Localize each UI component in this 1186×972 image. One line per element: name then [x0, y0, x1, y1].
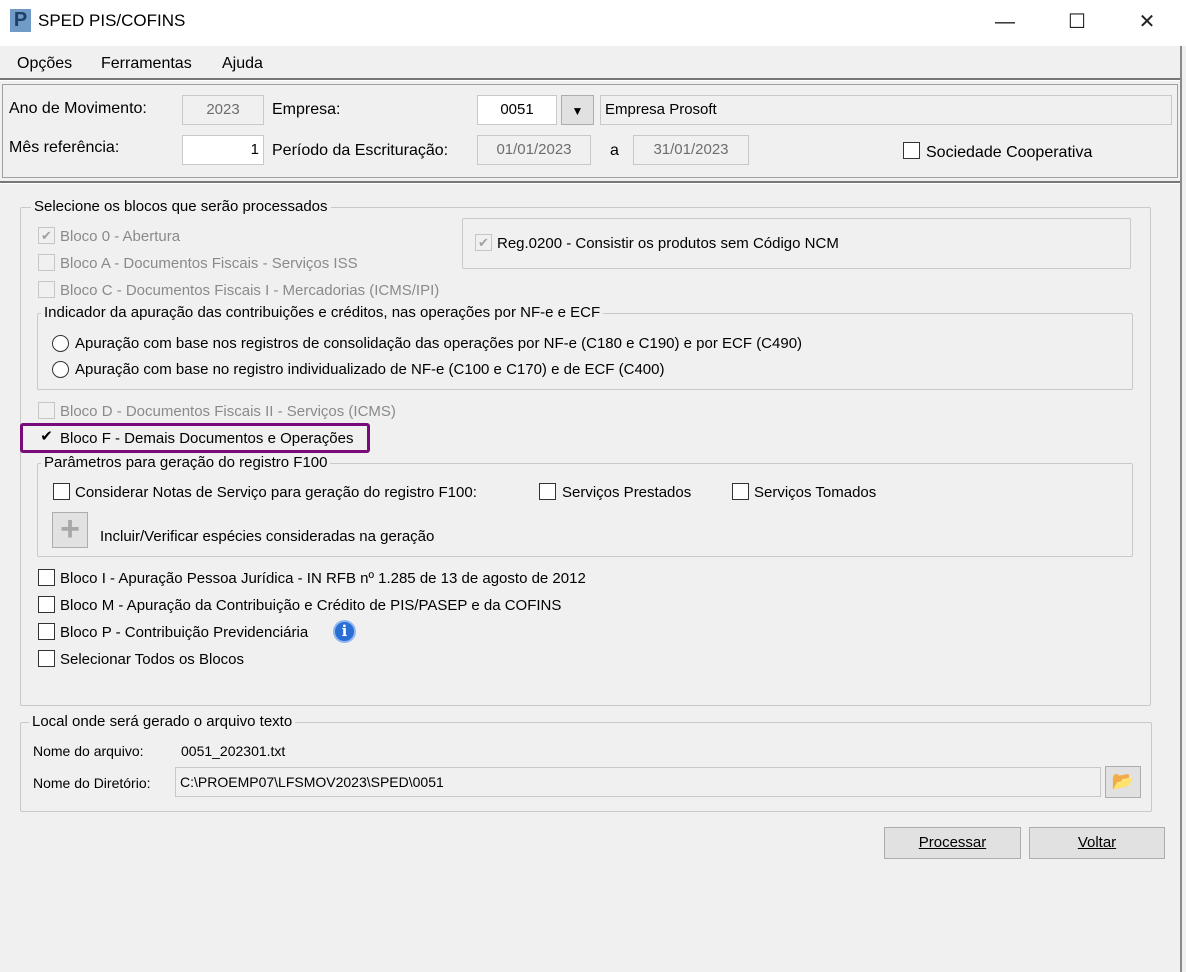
blocoA-checkbox — [38, 254, 55, 271]
blocoC-label: Bloco C - Documentos Fiscais I - Mercado… — [60, 282, 440, 299]
blocoC-checkbox — [38, 281, 55, 298]
voltar-button[interactable]: Voltar — [1029, 827, 1165, 859]
prestados-label: Serviços Prestados — [562, 484, 692, 501]
app-logo-icon: P — [10, 9, 31, 32]
local-legend: Local onde será gerado o arquivo texto — [29, 713, 296, 730]
minimize-button[interactable]: — — [982, 6, 1028, 38]
menu-ferramentas[interactable]: Ferramentas — [101, 55, 192, 73]
processar-label: Processar — [918, 834, 987, 851]
maximize-button[interactable]: ☐ — [1054, 6, 1100, 38]
radio-consolidacao-label: Apuração com base nos registros de conso… — [75, 335, 803, 352]
radio-individualizado-label: Apuração com base no registro individual… — [75, 361, 665, 378]
f100-legend: Parâmetros para geração do registro F100 — [41, 454, 331, 471]
incluir-button[interactable]: + — [52, 512, 88, 548]
indicador-legend: Indicador da apuração das contribuições … — [41, 304, 604, 321]
menu-separator — [0, 78, 1180, 81]
considerar-label: Considerar Notas de Serviço para geração… — [75, 484, 477, 501]
blocoF-label: Bloco F - Demais Documentos e Operações — [60, 430, 354, 447]
considerar-checkbox[interactable] — [53, 483, 70, 500]
blocoA-label: Bloco A - Documentos Fiscais - Serviços … — [60, 255, 358, 272]
ano-label: Ano de Movimento: — [9, 100, 147, 117]
periodo-inicio-field: 01/01/2023 — [477, 135, 591, 165]
arquivo-value: 0051_202301.txt — [181, 743, 286, 759]
browse-folder-button[interactable]: 📂 — [1105, 766, 1141, 798]
bloco0-label: Bloco 0 - Abertura — [60, 228, 181, 245]
incluir-label: Incluir/Verificar espécies consideradas … — [100, 528, 435, 545]
blocoF-checkbox[interactable]: ✔ — [38, 429, 55, 446]
periodo-sep: a — [610, 142, 619, 159]
sociedade-label: Sociedade Cooperativa — [926, 144, 1093, 161]
empresa-code-input[interactable]: 0051 — [477, 95, 557, 125]
periodo-fim-field: 31/01/2023 — [633, 135, 749, 165]
reg0200-label: Reg.0200 - Consistir os produtos sem Cód… — [497, 235, 839, 252]
todos-label: Selecionar Todos os Blocos — [60, 651, 244, 668]
plus-icon: + — [60, 510, 80, 548]
empresa-label: Empresa: — [272, 101, 341, 118]
ano-field: 2023 — [182, 95, 264, 125]
sociedade-checkbox[interactable] — [903, 142, 920, 159]
prestados-checkbox[interactable] — [539, 483, 556, 500]
blocoI-label: Bloco I - Apuração Pessoa Jurídica - IN … — [60, 570, 586, 587]
close-button[interactable]: ✕ — [1124, 6, 1170, 38]
empresa-name-field: Empresa Prosoft — [600, 95, 1172, 125]
blocoD-checkbox — [38, 402, 55, 419]
blocoI-checkbox[interactable] — [38, 569, 55, 586]
radio-individualizado[interactable] — [52, 361, 69, 378]
window-border — [1180, 46, 1182, 972]
tomados-checkbox[interactable] — [732, 483, 749, 500]
mes-label: Mês referência: — [9, 139, 120, 156]
blocos-legend: Selecione os blocos que serão processado… — [31, 198, 331, 215]
tomados-label: Serviços Tomados — [754, 484, 877, 501]
reg0200-checkbox: ✔ — [475, 234, 492, 251]
info-icon[interactable]: i — [333, 620, 356, 643]
periodo-label: Período da Escrituração: — [272, 142, 449, 159]
voltar-label: Voltar — [1077, 834, 1117, 851]
menu-opcoes[interactable]: Opções — [17, 55, 72, 73]
blocoM-checkbox[interactable] — [38, 596, 55, 613]
menu-ajuda[interactable]: Ajuda — [222, 55, 263, 73]
blocoP-checkbox[interactable] — [38, 623, 55, 640]
blocoM-label: Bloco M - Apuração da Contribuição e Cré… — [60, 597, 562, 614]
dir-field[interactable]: C:\PROEMP07\LFSMOV2023\SPED\0051 — [175, 767, 1101, 797]
mes-input[interactable]: 1 — [182, 135, 264, 165]
todos-checkbox[interactable] — [38, 650, 55, 667]
radio-consolidacao[interactable] — [52, 335, 69, 352]
processar-button[interactable]: Processar — [884, 827, 1021, 859]
folder-icon: 📂 — [1111, 771, 1135, 791]
header-separator — [0, 181, 1180, 184]
blocoD-label: Bloco D - Documentos Fiscais II - Serviç… — [60, 403, 396, 420]
blocoP-label: Bloco P - Contribuição Previdenciária — [60, 624, 309, 641]
arquivo-label: Nome do arquivo: — [33, 743, 144, 759]
empresa-dropdown-button[interactable]: ▼ — [561, 95, 594, 125]
bloco0-checkbox: ✔ — [38, 227, 55, 244]
window-title: SPED PIS/COFINS — [38, 11, 186, 30]
dir-label: Nome do Diretório: — [33, 775, 151, 791]
